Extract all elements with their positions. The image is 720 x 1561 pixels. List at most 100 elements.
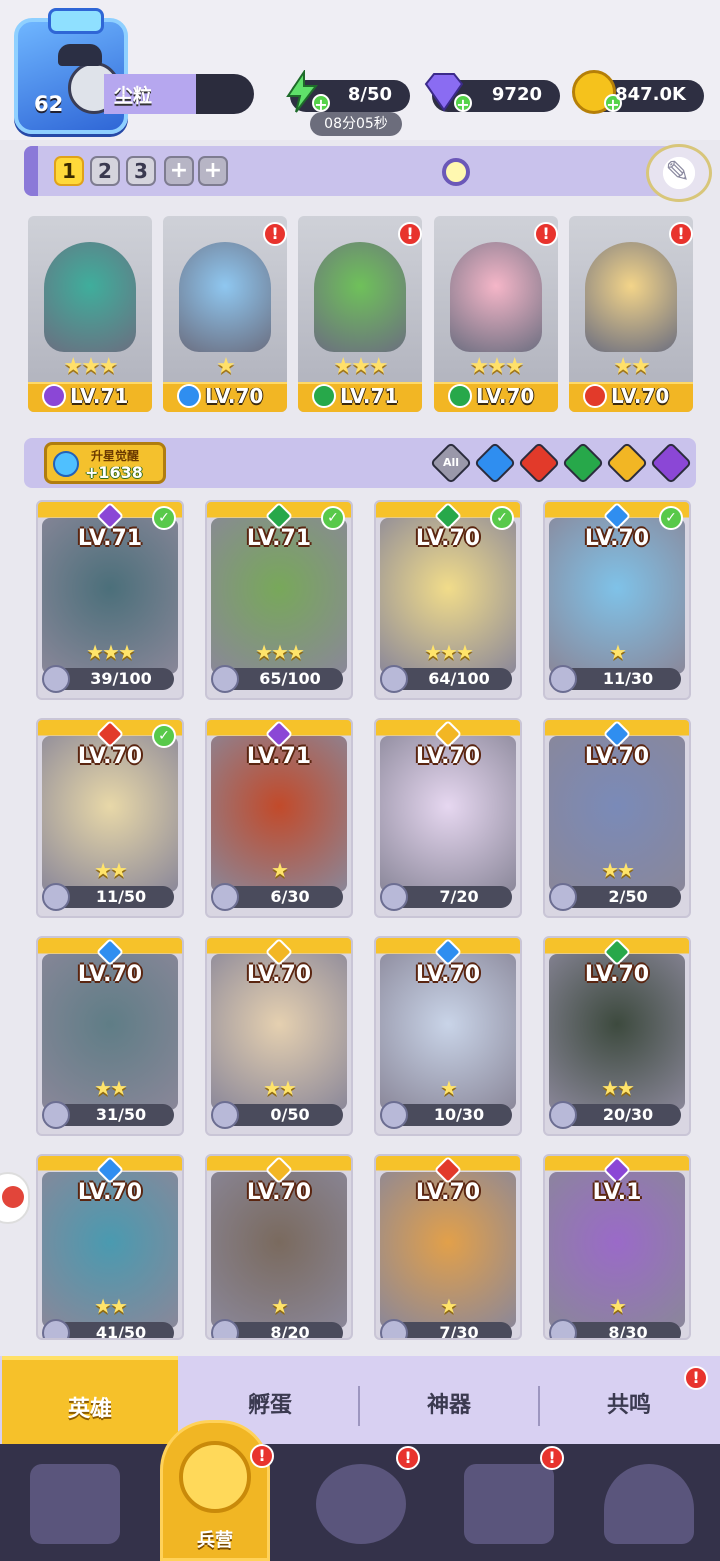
tab-heroes[interactable]: 英雄 <box>2 1356 178 1446</box>
hero-card[interactable]: LV.71 ★★★ 65/100 ✓ <box>205 500 353 700</box>
hero-card[interactable]: LV.70 ★ 7/30 <box>374 1154 522 1340</box>
hero-card[interactable]: LV.70 ★ 11/30 ✓ <box>543 500 691 700</box>
bottom-tabs: 英雄 孵蛋 神器 共鸣 ! <box>0 1356 720 1446</box>
check-icon: ✓ <box>321 506 345 530</box>
hero-level: LV.70 <box>415 1180 481 1205</box>
filter-all-label: All <box>442 456 460 469</box>
check-icon: ✓ <box>152 724 176 748</box>
awaken-label: 升星觉醒 <box>91 449 140 463</box>
shard-icon <box>549 1101 577 1129</box>
shard-progress: 64/100 <box>380 665 512 693</box>
add-team-button[interactable]: + <box>164 156 194 186</box>
filter-nature-icon[interactable] <box>561 441 605 485</box>
filter-light-icon[interactable] <box>605 441 649 485</box>
edit-team-button[interactable] <box>646 144 712 202</box>
shard-icon <box>211 1319 239 1338</box>
gem-counter[interactable]: + 9720 <box>424 73 560 113</box>
add-gems-button[interactable]: + <box>454 94 472 113</box>
filter-fire-icon[interactable] <box>517 441 561 485</box>
energy-counter[interactable]: + 8/50 <box>286 68 410 113</box>
shard-count: 2/50 <box>608 887 648 906</box>
search-icon[interactable] <box>442 158 470 186</box>
shard-progress: 39/100 <box>42 665 174 693</box>
add-energy-button[interactable]: + <box>312 94 330 113</box>
cards-nav-icon[interactable] <box>30 1464 120 1544</box>
star-rating: ★ <box>271 858 289 882</box>
shard-icon <box>380 883 408 911</box>
map-nav-icon[interactable] <box>316 1464 406 1544</box>
hero-level: LV.70 <box>415 526 481 551</box>
hero-card[interactable]: LV.70 ★★ 0/50 <box>205 936 353 1136</box>
barracks-nav-button[interactable]: 兵营 <box>160 1420 270 1561</box>
star-rating: ★★ <box>613 354 650 379</box>
shard-icon <box>211 883 239 911</box>
team-hero-card[interactable]: ★★★ LV.70 <box>434 216 558 412</box>
hero-card[interactable]: LV.71 ★★★ 39/100 ✓ <box>36 500 184 700</box>
barracks-alert-icon: ! <box>250 1444 274 1468</box>
hero-card[interactable]: LV.70 7/20 <box>374 718 522 918</box>
level-bar: LV.70 <box>163 382 287 412</box>
alert-icon: ! <box>669 222 693 246</box>
shard-icon <box>380 665 408 693</box>
shard-progress: 31/50 <box>42 1101 174 1129</box>
star-rating: ★ <box>440 1294 458 1318</box>
hero-portrait <box>450 242 542 352</box>
star-awaken-button[interactable]: 升星觉醒 +1638 <box>44 442 166 484</box>
shard-icon <box>42 1319 70 1338</box>
shard-count: 10/30 <box>433 1105 485 1124</box>
shard-progress: 0/50 <box>211 1101 343 1129</box>
tab-artifacts[interactable]: 神器 <box>360 1356 538 1446</box>
player-name-bar[interactable]: 尘粒 <box>104 74 254 114</box>
nature-element-icon <box>312 384 336 408</box>
hero-card[interactable]: LV.1 ★ 8/30 <box>543 1154 691 1340</box>
guild-nav-icon[interactable] <box>604 1464 694 1544</box>
hero-level: LV.70 <box>205 384 264 408</box>
filter-all-button[interactable]: All <box>429 441 473 485</box>
shard-icon <box>42 883 70 911</box>
side-chat-bubble[interactable] <box>0 1172 30 1224</box>
team-slot-2[interactable]: 2 <box>90 156 120 186</box>
level-bar: LV.70 <box>434 382 558 412</box>
star-rating: ★★ <box>263 1076 297 1100</box>
team-hero-card[interactable]: ★ LV.70 <box>163 216 287 412</box>
shard-progress: 8/30 <box>549 1319 681 1338</box>
gold-counter[interactable]: + 847.0K <box>572 70 704 114</box>
filter-water-icon[interactable] <box>473 441 517 485</box>
shop-nav-icon[interactable] <box>464 1464 554 1544</box>
team-slot-1[interactable]: 1 <box>54 156 84 186</box>
hero-level: LV.70 <box>77 962 143 987</box>
shard-count: 11/30 <box>602 669 654 688</box>
hero-card[interactable]: LV.71 ★ 6/30 <box>205 718 353 918</box>
level-bar: LV.71 <box>298 382 422 412</box>
hero-card[interactable]: LV.70 ★★ 41/50 <box>36 1154 184 1340</box>
team-hero-card[interactable]: ★★★ LV.71 <box>28 216 152 412</box>
hero-level: LV.70 <box>584 962 650 987</box>
shard-count: 20/30 <box>602 1105 654 1124</box>
hero-card[interactable]: LV.70 ★ 8/20 <box>205 1154 353 1340</box>
filter-bar: 升星觉醒 +1638 All <box>24 438 696 488</box>
hero-card[interactable]: LV.70 ★★ 31/50 <box>36 936 184 1136</box>
hero-portrait <box>179 242 271 352</box>
hero-card[interactable]: LV.70 ★★ 20/30 <box>543 936 691 1136</box>
hero-card[interactable]: LV.70 ★★★ 64/100 ✓ <box>374 500 522 700</box>
shard-icon <box>211 665 239 693</box>
hero-card[interactable]: LV.70 ★ 10/30 <box>374 936 522 1136</box>
shard-count: 11/50 <box>95 887 147 906</box>
shard-progress: 10/30 <box>380 1101 512 1129</box>
filter-shadow-icon[interactable] <box>649 441 693 485</box>
team-hero-card[interactable]: ★★ LV.70 <box>569 216 693 412</box>
hero-card[interactable]: LV.70 ★★ 2/50 <box>543 718 691 918</box>
team-hero-card[interactable]: ★★★ LV.71 <box>298 216 422 412</box>
hero-level: LV.70 <box>246 962 312 987</box>
energy-value: 8/50 <box>347 84 392 105</box>
shard-progress: 8/20 <box>211 1319 343 1338</box>
hero-card[interactable]: LV.70 ★★ 11/50 ✓ <box>36 718 184 918</box>
hero-level: LV.70 <box>584 744 650 769</box>
add-team-button-2[interactable]: + <box>198 156 228 186</box>
hero-level: LV.70 <box>77 1180 143 1205</box>
star-rating: ★★★ <box>333 354 388 379</box>
star-rating: ★ <box>609 640 627 664</box>
star-rating: ★★ <box>94 858 128 882</box>
level-bar: LV.70 <box>569 382 693 412</box>
team-slot-3[interactable]: 3 <box>126 156 156 186</box>
